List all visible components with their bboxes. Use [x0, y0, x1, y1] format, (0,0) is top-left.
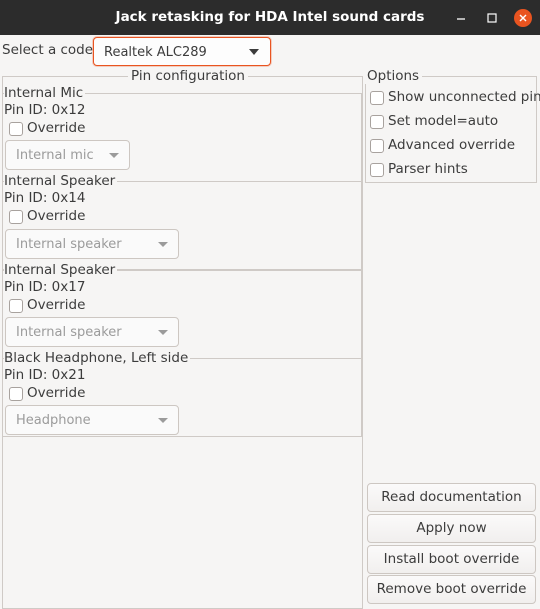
- parser-hints-label: Parser hints: [388, 161, 468, 177]
- override-checkbox[interactable]: [9, 387, 23, 401]
- pin-name: Black Headphone, Left side: [4, 350, 191, 366]
- pin-function-value: Internal mic: [16, 148, 94, 163]
- pin-name: Internal Speaker: [4, 262, 118, 278]
- main-window: Select a codec: Realtek ALC289 Pin confi…: [0, 35, 540, 609]
- chevron-down-icon: [109, 153, 119, 158]
- override-checkbox[interactable]: [9, 299, 23, 313]
- minimize-button[interactable]: [452, 9, 470, 27]
- chevron-down-icon: [249, 49, 259, 55]
- pin-name: Internal Speaker: [4, 173, 118, 189]
- override-label: Override: [27, 120, 86, 136]
- show-unconnected-pins-checkbox[interactable]: [370, 91, 384, 105]
- pin-function-select[interactable]: Headphone: [5, 405, 179, 435]
- parser-hints-checkbox[interactable]: [370, 163, 384, 177]
- pin-function-value: Internal speaker: [16, 237, 122, 252]
- maximize-icon: [487, 13, 497, 23]
- show-unconnected-pins-label: Show unconnected pins: [388, 89, 540, 105]
- close-button[interactable]: [514, 9, 532, 27]
- install-boot-override-button[interactable]: Install boot override: [367, 545, 536, 574]
- override-label: Override: [27, 297, 86, 313]
- codec-label: Select a codec:: [2, 42, 106, 58]
- set-model-auto-label: Set model=auto: [388, 113, 499, 129]
- pin-id: Pin ID: 0x12: [4, 102, 86, 118]
- override-checkbox[interactable]: [9, 122, 23, 136]
- chevron-down-icon: [158, 418, 168, 423]
- pin-function-value: Headphone: [16, 413, 91, 428]
- minimize-icon: [457, 18, 465, 20]
- override-checkbox[interactable]: [9, 210, 23, 224]
- pin-configuration-title: Pin configuration: [128, 68, 248, 84]
- set-model-auto-checkbox[interactable]: [370, 115, 384, 129]
- pin-id: Pin ID: 0x14: [4, 190, 86, 206]
- advanced-override-label: Advanced override: [388, 137, 516, 153]
- maximize-button[interactable]: [483, 9, 501, 27]
- options-title: Options: [364, 68, 423, 84]
- pin-name: Internal Mic: [4, 85, 86, 101]
- override-label: Override: [27, 208, 86, 224]
- title-bar: Jack retasking for HDA Intel sound cards: [0, 0, 540, 35]
- pin-id: Pin ID: 0x21: [4, 367, 86, 383]
- apply-now-button[interactable]: Apply now: [367, 514, 536, 543]
- pin-id: Pin ID: 0x17: [4, 279, 86, 295]
- read-documentation-button[interactable]: Read documentation: [367, 483, 536, 512]
- chevron-down-icon: [158, 242, 168, 247]
- remove-boot-override-button[interactable]: Remove boot override: [367, 575, 536, 604]
- close-icon: [519, 14, 527, 22]
- pin-function-select[interactable]: Internal mic: [5, 140, 130, 170]
- codec-select-value: Realtek ALC289: [104, 45, 207, 60]
- codec-select[interactable]: Realtek ALC289: [93, 37, 271, 66]
- advanced-override-checkbox[interactable]: [370, 139, 384, 153]
- chevron-down-icon: [158, 330, 168, 335]
- override-label: Override: [27, 385, 86, 401]
- pin-function-select[interactable]: Internal speaker: [5, 317, 179, 347]
- pin-function-value: Internal speaker: [16, 325, 122, 340]
- pin-function-select[interactable]: Internal speaker: [5, 229, 179, 259]
